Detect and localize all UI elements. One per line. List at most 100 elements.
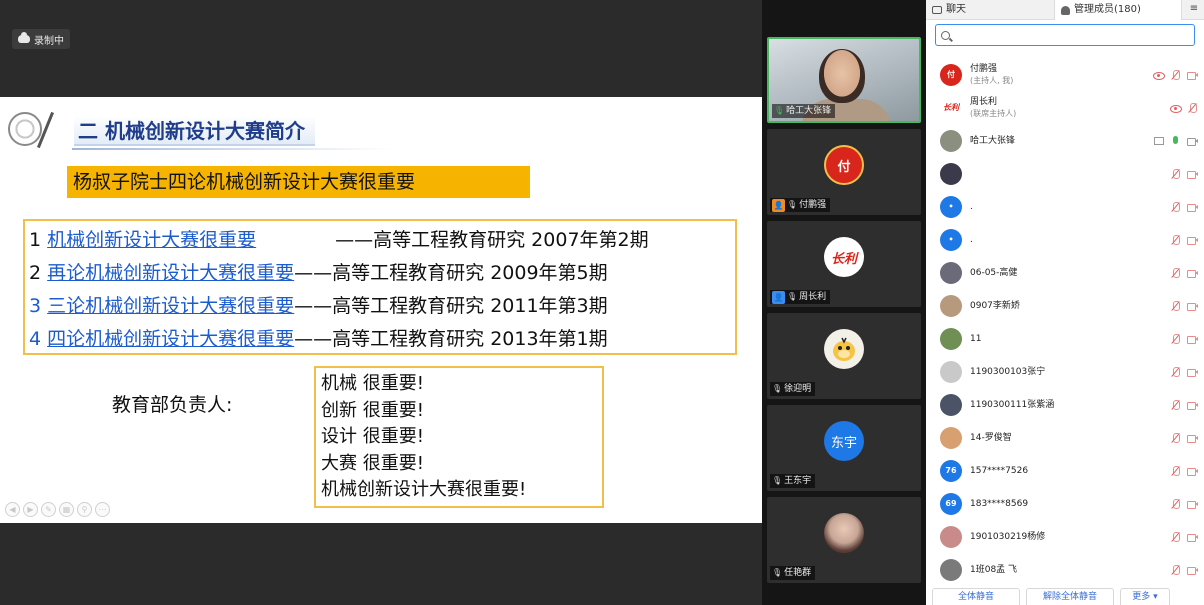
member-row[interactable]: 1190300103张宁 <box>926 355 1204 388</box>
cam-off-icon[interactable] <box>1187 565 1198 575</box>
cam-off-icon[interactable] <box>1187 433 1198 443</box>
member-controls <box>1170 520 1198 553</box>
member-row[interactable] <box>926 157 1204 190</box>
member-row[interactable]: 69 183****8569 <box>926 487 1204 520</box>
member-row[interactable]: 付付鹏强 (主持人, 我) <box>926 58 1204 91</box>
member-row[interactable]: 06-05-高健 <box>926 256 1204 289</box>
cam-off-icon[interactable] <box>1187 499 1198 509</box>
paper-link[interactable]: 三论机械创新设计大赛很重要 <box>47 295 294 317</box>
member-row[interactable]: 哈工大张锋 <box>926 124 1204 157</box>
member-controls <box>1170 91 1198 124</box>
mic-off-icon[interactable] <box>1170 234 1181 245</box>
tab-members[interactable]: 管理成员(180) <box>1054 0 1182 20</box>
recording-badge[interactable]: 录制中 <box>12 29 70 49</box>
mic-off-icon[interactable] <box>1170 531 1181 542</box>
cam-off-icon[interactable] <box>1187 235 1198 245</box>
cam-off-icon[interactable] <box>1187 301 1198 311</box>
avatar: 长利 <box>824 237 864 277</box>
slides-grid-icon[interactable]: ▦ <box>59 502 74 517</box>
mic-off-icon[interactable] <box>1170 168 1181 179</box>
paper-link[interactable]: 再论机械创新设计大赛很重要 <box>47 262 294 284</box>
slideshow-controls: ◀ ▶ ✎ ▦ ⚲ ⋯ <box>5 502 110 517</box>
cam-off-icon[interactable] <box>1187 400 1198 410</box>
cam-off-icon[interactable] <box>1187 169 1198 179</box>
mic-off-icon[interactable] <box>1170 465 1181 476</box>
member-row[interactable]: 1901030219杨修 <box>926 520 1204 553</box>
mic-off-icon[interactable] <box>1187 102 1198 113</box>
paper-row: 1 机械创新设计大赛很重要 ——高等工程教育研究 2007年第2期 <box>29 225 649 255</box>
video-tile[interactable]: 东宇 🎙 王东宇 <box>767 405 921 491</box>
member-row[interactable]: 长利 周长利 (联席主持人) <box>926 91 1204 124</box>
member-row[interactable]: 1190300111张紫涵 <box>926 388 1204 421</box>
more-button[interactable]: 更多 ▾ <box>1120 588 1170 605</box>
tile-nameplate: 🎙 哈工大张锋 <box>772 104 836 118</box>
tile-name: 徐迎明 <box>784 384 812 394</box>
member-row[interactable]: •. <box>926 223 1204 256</box>
member-text: 157****7526 <box>970 465 1028 477</box>
video-tile[interactable]: 长利 👤 🎙 周长利 <box>767 221 921 307</box>
member-role: (联席主持人) <box>970 109 1017 118</box>
mic-off-icon[interactable] <box>1170 69 1181 80</box>
member-controls <box>1170 487 1198 520</box>
paper-row: 2 再论机械创新设计大赛很重要——高等工程教育研究 2009年第5期 <box>29 258 608 288</box>
tab-chat[interactable]: 聊天 <box>926 0 1054 20</box>
cam-on-icon[interactable] <box>1187 136 1198 146</box>
screen-icon[interactable] <box>1153 136 1164 146</box>
member-row[interactable]: 11 <box>926 322 1204 355</box>
video-tile[interactable]: 🎙 任艳群 <box>767 497 921 583</box>
cartoon-avatar-icon <box>833 337 855 361</box>
cam-off-icon[interactable] <box>1187 334 1198 344</box>
more-options-icon[interactable]: ⋯ <box>95 502 110 517</box>
mic-off-icon[interactable] <box>1170 300 1181 311</box>
zoom-icon[interactable]: ⚲ <box>77 502 92 517</box>
member-avatar: • <box>940 228 962 251</box>
mic-off-icon[interactable] <box>1170 432 1181 443</box>
member-controls <box>1170 388 1198 421</box>
paper-row: 3 三论机械创新设计大赛很重要——高等工程教育研究 2011年第3期 <box>29 291 608 321</box>
member-row[interactable]: 14-罗俊智 <box>926 421 1204 454</box>
mic-off-icon[interactable] <box>1170 267 1181 278</box>
member-row[interactable]: 0907李新娇 <box>926 289 1204 322</box>
member-row[interactable]: •. <box>926 190 1204 223</box>
member-controls <box>1153 124 1198 157</box>
member-avatar <box>940 393 962 416</box>
video-tile[interactable]: 🎙 徐迎明 <box>767 313 921 399</box>
title-underline <box>72 148 392 150</box>
cam-off-icon[interactable] <box>1187 532 1198 542</box>
paper-link[interactable]: 四论机械创新设计大赛很重要 <box>47 328 294 350</box>
person-icon <box>1061 5 1070 15</box>
tile-name: 付鹏强 <box>799 200 827 210</box>
prev-slide-icon[interactable]: ◀ <box>5 502 20 517</box>
avatar: 付 <box>824 145 864 185</box>
member-avatar <box>940 261 962 284</box>
unmute-all-button[interactable]: 解除全体静音 <box>1026 588 1114 605</box>
mic-on-icon[interactable] <box>1170 135 1181 146</box>
video-tile[interactable]: 付 👤 🎙 付鹏强 <box>767 129 921 215</box>
mic-off-icon[interactable] <box>1170 333 1181 344</box>
cam-off-icon[interactable] <box>1187 268 1198 278</box>
cam-off-icon[interactable] <box>1187 202 1198 212</box>
cam-off-icon[interactable] <box>1187 70 1198 80</box>
paper-link[interactable]: 机械创新设计大赛很重要 <box>47 225 335 255</box>
member-row[interactable]: 76 157****7526 <box>926 454 1204 487</box>
member-row[interactable]: 1班08孟 飞 <box>926 553 1204 586</box>
paper-source: ——高等工程教育研究 2007年第2期 <box>335 229 649 251</box>
mute-all-button[interactable]: 全体静音 <box>932 588 1020 605</box>
member-avatar: 长利 <box>940 96 962 119</box>
pen-icon[interactable]: ✎ <box>41 502 56 517</box>
eye-icon[interactable] <box>1170 103 1182 113</box>
mic-off-icon[interactable] <box>1170 564 1181 575</box>
mic-off-icon[interactable] <box>1170 201 1181 212</box>
next-slide-icon[interactable]: ▶ <box>23 502 38 517</box>
mic-off-icon[interactable] <box>1170 498 1181 509</box>
search-input[interactable] <box>956 29 1176 41</box>
mic-off-icon[interactable] <box>1170 399 1181 410</box>
menu-icon[interactable]: ≡ <box>1189 4 1199 14</box>
member-search[interactable] <box>935 24 1195 46</box>
video-tile-speaker[interactable]: 🎙 哈工大张锋 <box>767 37 921 123</box>
cam-off-icon[interactable] <box>1187 367 1198 377</box>
mic-off-icon[interactable] <box>1170 366 1181 377</box>
eye-icon[interactable] <box>1153 70 1165 80</box>
mic-off-icon: 🎙 <box>787 200 798 209</box>
cam-off-icon[interactable] <box>1187 466 1198 476</box>
